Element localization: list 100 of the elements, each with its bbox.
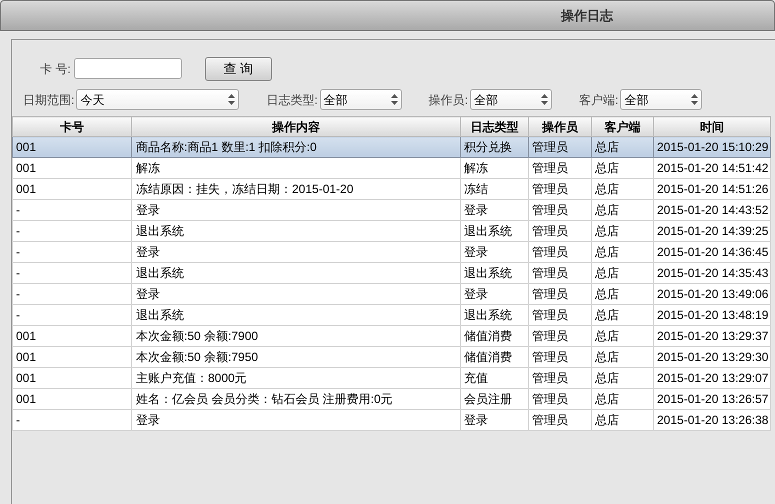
table-cell: 2015-01-20 13:29:37 [654, 326, 770, 346]
filter-label: 操作员: [428, 92, 468, 108]
table-cell: 本次金额:50 余额:7900 [132, 326, 460, 346]
table-cell: 管理员 [528, 388, 592, 410]
table-cell: 2015-01-20 13:49:06 [654, 284, 770, 304]
column-header: 卡号 [12, 116, 132, 136]
table-cell: 登录 [132, 242, 460, 262]
table-cell: 管理员 [528, 220, 592, 242]
table-cell: 2015-01-20 14:35:43 [654, 262, 770, 284]
table-cell: 2015-01-20 13:29:07 [654, 368, 770, 388]
table-cell: 总店 [592, 136, 654, 158]
table-cell: 2015-01-20 14:43:52 [654, 200, 770, 220]
search-button[interactable]: 查 询 [204, 56, 272, 80]
table-cell: 总店 [592, 158, 654, 178]
table-cell: 管理员 [528, 136, 592, 158]
table-cell: 管理员 [528, 158, 592, 178]
table-cell: 总店 [592, 242, 654, 262]
table-cell: 登录 [460, 410, 528, 430]
table-cell: 总店 [592, 178, 654, 200]
table-cell: 管理员 [528, 410, 592, 430]
column-header: 操作内容 [132, 116, 460, 136]
table-cell: 登录 [132, 410, 460, 430]
table-cell: 001 [12, 158, 132, 178]
dropdown-field[interactable]: 全部 [620, 89, 702, 110]
table-cell: 2015-01-20 15:10:29 [654, 136, 770, 158]
table-cell: 主账户充值：8000元 [132, 368, 460, 388]
table-cell: 总店 [592, 410, 654, 430]
spinner-arrows-icon [228, 94, 236, 105]
table-cell: 管理员 [528, 284, 592, 304]
table-cell: 2015-01-20 13:29:30 [654, 346, 770, 368]
table-cell: - [12, 220, 132, 242]
table-cell: 管理员 [528, 368, 592, 388]
table-cell: 退出系统 [460, 304, 528, 326]
table-cell: 退出系统 [132, 304, 460, 326]
filter-label: 日期范围: [23, 92, 74, 108]
table-cell: 2015-01-20 13:26:38 [654, 410, 770, 430]
table-cell: 姓名：亿会员 会员分类：钻石会员 注册费用:0元 [132, 388, 460, 410]
column-header: 操作员 [528, 116, 592, 136]
table-cell: 总店 [592, 368, 654, 388]
table-cell: 储值消费 [460, 326, 528, 346]
table-cell: 管理员 [528, 262, 592, 284]
filter-label: 客户端: [579, 92, 618, 108]
table-cell: - [12, 284, 132, 304]
table-cell: 001 [12, 326, 132, 346]
table-cell: 001 [12, 368, 132, 388]
column-header: 客户端 [592, 116, 654, 136]
table-cell: 退出系统 [132, 220, 460, 242]
table-cell: 001 [12, 388, 132, 410]
card-number-label: 卡 号: [40, 60, 71, 78]
table-cell: 会员注册 [460, 388, 528, 410]
spinner-arrows-icon [541, 94, 548, 105]
table-cell: 本次金额:50 余额:7950 [132, 346, 460, 368]
dropdown-field[interactable]: 全部 [320, 89, 402, 110]
table-cell: - [12, 242, 132, 262]
table-cell: 登录 [460, 242, 528, 262]
table-cell: 退出系统 [460, 220, 528, 242]
table-cell: - [12, 304, 132, 326]
table-cell: 积分兑换 [460, 136, 528, 158]
table-cell: 登录 [132, 200, 460, 220]
dropdown-field[interactable]: 全部 [470, 89, 552, 110]
table-cell: 2015-01-20 14:51:26 [654, 178, 770, 200]
table-cell: 管理员 [528, 304, 592, 326]
table-cell: 2015-01-20 14:39:25 [654, 220, 770, 242]
table-cell: 退出系统 [132, 262, 460, 284]
table-cell: 001 [12, 346, 132, 368]
table-cell: 管理员 [528, 326, 592, 346]
window-title: 操作日志 [561, 6, 613, 25]
table-cell: 冻结 [460, 178, 528, 200]
table-cell: 总店 [592, 346, 654, 368]
card-number-field[interactable] [74, 58, 182, 79]
table-cell: 总店 [592, 200, 654, 220]
table-cell: 储值消费 [460, 346, 528, 368]
table-cell: 2015-01-20 14:51:42 [654, 158, 770, 178]
table-cell: 管理员 [528, 242, 592, 262]
table-cell: 管理员 [528, 346, 592, 368]
spinner-arrows-icon [691, 94, 698, 105]
table-cell: 登录 [132, 284, 460, 304]
table-cell: 总店 [592, 326, 654, 346]
table-cell: 解冻 [460, 158, 528, 178]
table-cell: 充值 [460, 368, 528, 388]
table-cell: - [12, 262, 132, 284]
table-cell: 2015-01-20 13:48:19 [654, 304, 770, 326]
table-cell: 总店 [592, 284, 654, 304]
table-cell: 解冻 [132, 158, 460, 178]
table-cell: 商品名称:商品1 数里:1 扣除积分:0 [132, 136, 460, 158]
dropdown-field[interactable]: 今天 [76, 89, 240, 110]
table-cell: 登录 [460, 200, 528, 220]
table-cell: 001 [12, 178, 132, 200]
column-header: 时间 [654, 116, 770, 136]
table-cell: 管理员 [528, 178, 592, 200]
table-cell: 总店 [592, 262, 654, 284]
table-cell: 总店 [592, 220, 654, 242]
table-cell: 2015-01-20 13:26:57 [654, 388, 770, 410]
column-header: 日志类型 [460, 116, 528, 136]
table-cell: 2015-01-20 14:36:45 [654, 242, 770, 262]
table-cell: 总店 [592, 388, 654, 410]
table-cell: - [12, 410, 132, 430]
table-cell: 登录 [460, 284, 528, 304]
table-cell: 001 [12, 136, 132, 158]
table-cell: 总店 [592, 304, 654, 326]
